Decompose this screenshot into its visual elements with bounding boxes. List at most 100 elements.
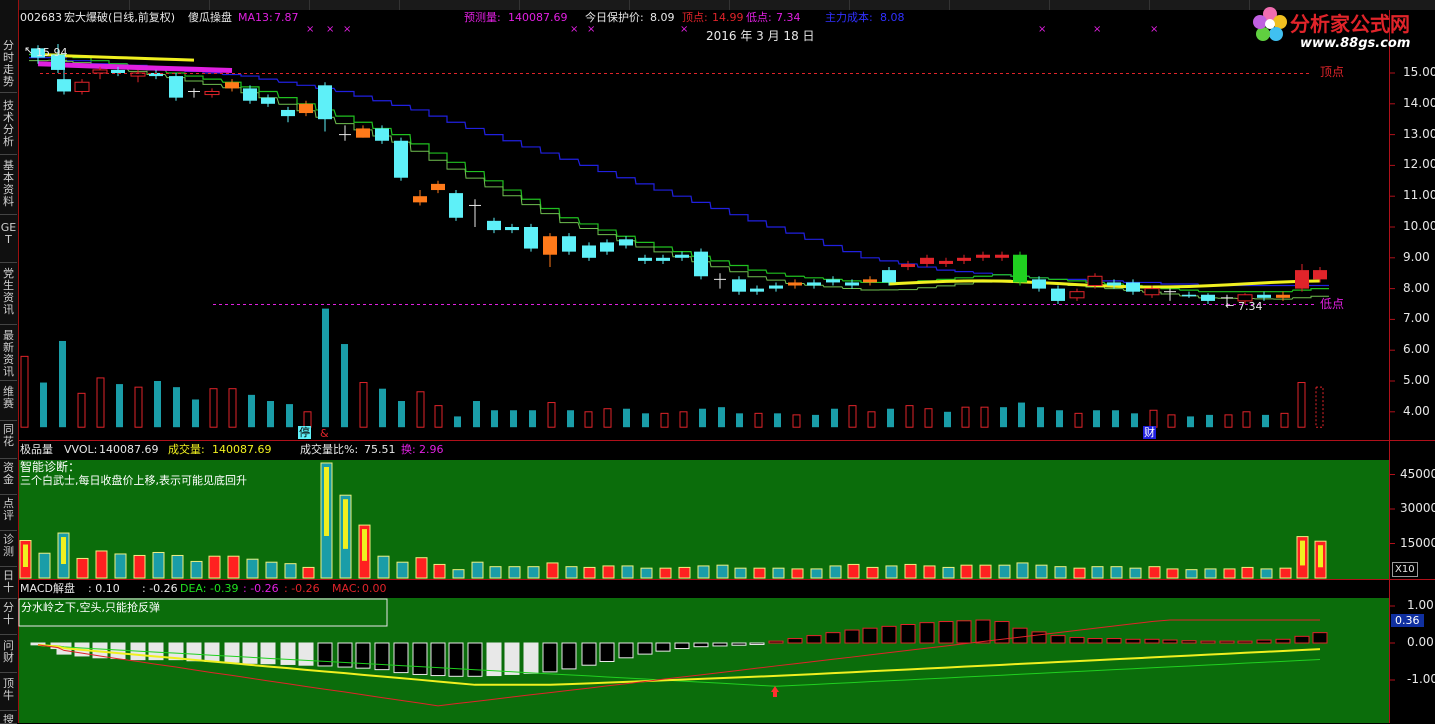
sub-indicator-bar: [546, 562, 559, 579]
candle-body: [225, 82, 239, 89]
sub-indicator-bar: [1091, 566, 1104, 579]
sub-indicator-inner-bar: [23, 544, 28, 568]
sub-indicator-inner-bar: [324, 467, 329, 536]
candle-body: [957, 257, 971, 261]
candle-body: [1107, 282, 1121, 286]
sub-indicator-bar: [1279, 567, 1292, 579]
high-marker-arrow: ↖: [24, 44, 34, 57]
macd-name: MACD解盘: [20, 582, 75, 595]
moving-average-lines: [29, 53, 1329, 300]
sub-indicator-bar: [208, 555, 221, 579]
sub-indicator-bar: [829, 565, 842, 579]
candle-body: [562, 236, 576, 252]
sub-indicator-bar: [753, 567, 766, 579]
macd-bar: [298, 642, 314, 666]
candle-body: [356, 128, 370, 138]
sub-indicator-bar: [734, 567, 747, 579]
candle-body: [375, 128, 389, 141]
volume-bar: [173, 387, 180, 428]
candle-body: [1051, 288, 1065, 301]
macd-bar: [1294, 635, 1310, 644]
volume-bar: [379, 388, 386, 428]
macd-bar: [881, 625, 897, 644]
volume-bar: [40, 382, 47, 428]
sub-indicator-bar: [265, 561, 278, 579]
macd-bar: [242, 642, 258, 664]
formula-name[interactable]: 傻瓜操盘: [188, 11, 232, 24]
volume-bar: [154, 381, 161, 428]
dea-label: DEA:: [180, 582, 207, 595]
candle-body: [281, 109, 295, 117]
candle-body: [299, 103, 313, 114]
sub-indicator-bar: [1166, 568, 1179, 579]
macd-bar: [674, 642, 690, 650]
diagnosis-text: 三个白武士,每日收盘价上移,表示可能见底回升: [20, 474, 247, 487]
macd-bar: [1012, 627, 1028, 644]
x-mark: ×: [570, 24, 579, 35]
macd-axis-label: 1.00: [1407, 598, 1434, 612]
finance-badge: 财: [1143, 426, 1156, 439]
vvol-value: 140087.69: [99, 443, 159, 456]
volume-bar: [434, 405, 443, 428]
volume-bar: [398, 401, 405, 428]
volume-bar: [754, 412, 763, 428]
volume-bar: [20, 355, 29, 428]
macd-bar: [787, 638, 803, 644]
stock-code: 002683: [20, 11, 62, 24]
macd-v3: : -0.26: [243, 582, 279, 595]
sub-indicator-bar: [171, 554, 184, 579]
candle-body: [1257, 294, 1271, 298]
sub-indicator-bar: [621, 565, 634, 579]
current-date: 2016 年 3 月 18 日: [706, 29, 815, 43]
macd-bar: [1125, 638, 1141, 644]
sub-indicator-bar: [772, 567, 785, 579]
volume-bar: [1149, 409, 1158, 428]
volume-bar: [567, 410, 574, 428]
x-mark: ×: [1038, 24, 1047, 35]
multiplier-badge[interactable]: X10: [1392, 562, 1418, 577]
sub-indicator-bar: [565, 566, 578, 579]
sub-indicator-bar: [716, 564, 729, 579]
macd-bar: [561, 642, 577, 670]
protect-value: 8.09: [650, 11, 675, 24]
low-marker: 7.34: [1238, 300, 1263, 313]
macd-bar: [1219, 640, 1235, 644]
volume-bar: [944, 411, 951, 428]
sub-indicator-bar: [1016, 562, 1029, 579]
sub-indicator-bar: [152, 551, 165, 579]
volume-bar: [96, 377, 105, 428]
bottom-label: 低点:: [746, 11, 772, 24]
volume-bar: [547, 402, 556, 428]
sub-indicator-bar: [415, 557, 428, 579]
macd-bar: [260, 642, 276, 665]
flower-icon: [1253, 7, 1287, 41]
price-axis-label: 14.00: [1403, 95, 1435, 110]
candle-body: [204, 90, 220, 96]
volume-bar: [529, 410, 536, 428]
sub-axis-label: 15000: [1400, 535, 1435, 550]
sub-indicator-inner-bar: [61, 537, 66, 565]
macd-bar: [1256, 639, 1272, 644]
volume-bar: [718, 407, 725, 428]
candle-body: [394, 140, 408, 178]
candle-body: [675, 254, 689, 258]
candle-body: [863, 279, 877, 283]
volume-bar: [510, 410, 517, 428]
chart-canvas[interactable]: [0, 0, 1435, 723]
price-axis-label: 11.00: [1403, 188, 1435, 203]
macd-bar: [938, 621, 954, 644]
macd-axis-label: -1.00: [1407, 672, 1435, 686]
volume-bar: [848, 405, 857, 428]
macd-bar: [317, 642, 333, 667]
cost-label: 主力成本:: [825, 11, 873, 24]
bottom-point-label: 低点: [1320, 297, 1345, 311]
sub-indicator-bar: [1073, 567, 1086, 579]
sub-indicator-bar: [923, 565, 936, 579]
volume-bar: [192, 399, 199, 428]
macd-v4: : -0.26: [284, 582, 320, 595]
cost-value: 8.08: [880, 11, 905, 24]
macd-bar: [731, 642, 747, 646]
sub-indicator-bar: [942, 566, 955, 579]
candle-body: [1182, 294, 1196, 297]
macd-bar: [504, 642, 520, 675]
